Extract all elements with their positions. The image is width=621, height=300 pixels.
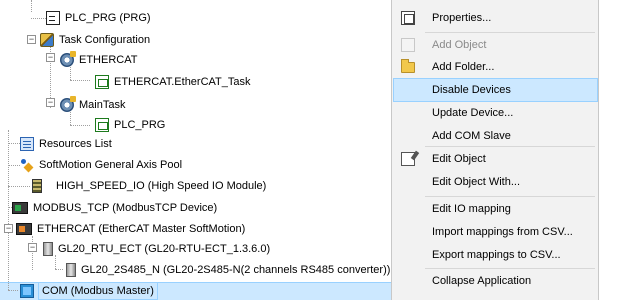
program-icon [46, 11, 60, 25]
menu-separator [425, 146, 595, 147]
task-configuration-icon [40, 33, 54, 47]
tree-connector [8, 143, 20, 144]
module-icon [66, 263, 76, 277]
menu-item-properties[interactable]: Properties... [394, 7, 597, 29]
axis-pool-icon [20, 158, 34, 172]
tree-connector [8, 186, 30, 187]
tree-item-label: ETHERCAT (EtherCAT Master SoftMotion) [37, 223, 246, 235]
properties-icon [401, 11, 415, 25]
menu-item-edit-io-mapping[interactable]: Edit IO mapping [394, 198, 597, 220]
tree-item-ethercat-task-call[interactable]: ETHERCAT.EtherCAT_Task [95, 72, 251, 92]
add-object-icon [401, 38, 415, 52]
tree-item-high-speed-io[interactable]: HIGH_SPEED_IO (High Speed IO Module) [32, 176, 266, 196]
task-icon [60, 96, 76, 112]
device-icon [12, 202, 28, 214]
tree-item-label: HIGH_SPEED_IO (High Speed IO Module) [56, 180, 267, 192]
tree-connector [55, 269, 63, 270]
tree-connector [8, 290, 18, 291]
tree-connector [8, 130, 9, 290]
com-icon [20, 284, 34, 298]
menu-item-add-object[interactable]: Add Object [394, 34, 597, 56]
tree-item-label: MainTask [79, 99, 126, 111]
menu-item-label: Add COM Slave [432, 130, 511, 142]
tree-item-ethercat-master[interactable]: ETHERCAT (EtherCAT Master SoftMotion) [16, 219, 245, 239]
tree-connector [31, 18, 46, 19]
tree-item-label: ETHERCAT [79, 54, 138, 66]
task-call-icon [95, 118, 109, 132]
edit-object-icon [401, 152, 415, 166]
tree-item-label: MODBUS_TCP (ModbusTCP Device) [33, 202, 218, 214]
tree-item-plc-prg[interactable]: PLC_PRG (PRG) [46, 8, 151, 28]
menu-item-label: Update Device... [432, 107, 514, 119]
menu-separator [425, 268, 595, 269]
tree-item-label: GL20_RTU_ECT (GL20-RTU-ECT_1.3.6.0) [58, 243, 271, 255]
menu-item-add-com-slave[interactable]: Add COM Slave [394, 125, 597, 147]
menu-item-label: Edit IO mapping [432, 203, 511, 215]
menu-item-edit-object-with[interactable]: Edit Object With... [394, 171, 597, 193]
tree-item-label: Resources List [39, 138, 112, 150]
io-module-icon [32, 179, 42, 193]
task-call-icon [95, 75, 109, 89]
menu-separator [425, 196, 595, 197]
folder-icon [401, 59, 415, 73]
tree-item-label: Task Configuration [59, 34, 151, 46]
menu-item-add-folder[interactable]: Add Folder... [394, 56, 597, 78]
context-menu: Properties... Add Object Add Folder... D… [391, 0, 599, 300]
tree-item-modbus-tcp[interactable]: MODBUS_TCP (ModbusTCP Device) [12, 198, 217, 218]
menu-item-label: Edit Object With... [432, 176, 521, 188]
resources-list-icon [20, 137, 34, 151]
tree-item-plc-prg-call[interactable]: PLC_PRG [95, 115, 165, 135]
tree-item-task-configuration[interactable]: Task Configuration [40, 30, 150, 50]
menu-item-label: Properties... [432, 12, 492, 24]
tree-item-label: GL20_2S485_N (GL20-2S485-N(2 channels RS… [81, 264, 391, 276]
tree-item-axis-pool[interactable]: SoftMotion General Axis Pool [20, 155, 182, 175]
tree-item-resources-list[interactable]: Resources List [20, 134, 112, 154]
menu-separator [425, 32, 595, 33]
collapse-toggle[interactable]: − [27, 35, 36, 44]
tree-item-label: ETHERCAT.EtherCAT_Task [114, 76, 251, 88]
tree-item-maintask[interactable]: MainTask [60, 95, 125, 115]
collapse-toggle[interactable]: − [4, 224, 13, 233]
tree-item-gl20-2s485-n[interactable]: GL20_2S485_N (GL20-2S485-N(2 channels RS… [66, 260, 390, 280]
device-icon [16, 223, 32, 235]
menu-item-export-mappings[interactable]: Export mappings to CSV... [394, 244, 597, 266]
menu-item-collapse-application[interactable]: Collapse Application [394, 270, 597, 292]
menu-item-label: Collapse Application [432, 275, 532, 287]
module-icon [43, 242, 53, 256]
collapse-toggle[interactable]: − [46, 98, 55, 107]
menu-item-label: Import mappings from CSV... [432, 226, 573, 238]
menu-item-disable-devices[interactable]: Disable Devices [393, 78, 598, 102]
tree-item-com-modbus-master[interactable]: COM (Modbus Master) [20, 281, 158, 300]
tree-item-label: PLC_PRG (PRG) [65, 12, 151, 24]
task-icon [60, 51, 76, 67]
tree-item-ethercat-task[interactable]: ETHERCAT [60, 50, 137, 70]
tree-item-gl20-rtu-ect[interactable]: GL20_RTU_ECT (GL20-RTU-ECT_1.3.6.0) [43, 239, 270, 259]
project-tree-window: − − − − − PLC_PRG (PRG) Task Configurati… [0, 0, 621, 300]
menu-item-label: Disable Devices [432, 84, 511, 96]
menu-item-import-mappings[interactable]: Import mappings from CSV... [394, 221, 597, 243]
menu-item-update-device[interactable]: Update Device... [394, 102, 597, 124]
tree-item-label: PLC_PRG [114, 119, 166, 131]
tree-item-label: COM (Modbus Master) [38, 282, 158, 300]
tree-connector [8, 165, 20, 166]
menu-item-label: Export mappings to CSV... [432, 249, 561, 261]
collapse-toggle[interactable]: − [28, 243, 37, 252]
tree-connector [70, 80, 90, 81]
menu-item-label: Add Object [432, 39, 487, 51]
tree-item-label: SoftMotion General Axis Pool [39, 159, 183, 171]
tree-connector [31, 0, 32, 12]
menu-item-edit-object[interactable]: Edit Object [394, 148, 597, 170]
menu-item-label: Add Folder... [432, 61, 495, 73]
collapse-toggle[interactable]: − [46, 53, 55, 62]
menu-item-label: Edit Object [432, 153, 486, 165]
tree-connector [70, 125, 90, 126]
